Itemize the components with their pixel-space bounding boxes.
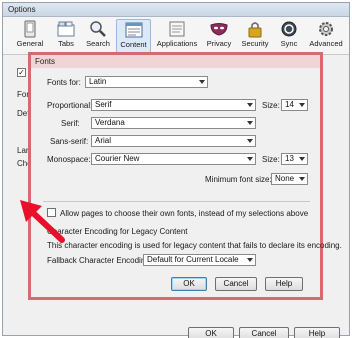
pane-tabs[interactable]: Tabs — [53, 19, 79, 53]
proportional-value: Serif — [95, 100, 112, 109]
pane-label: Tabs — [58, 39, 74, 48]
pane-general[interactable]: General — [13, 19, 47, 53]
serif-select[interactable]: Verdana — [91, 117, 256, 129]
fonts-for-label: Fonts for: — [47, 78, 81, 87]
fallback-encoding-select[interactable]: Default for Current Locale — [143, 254, 256, 266]
pane-advanced[interactable]: Advanced — [306, 19, 346, 53]
fonts-cancel-button[interactable]: Cancel — [215, 277, 257, 291]
pane-label: Security — [241, 39, 269, 48]
sync-icon — [281, 21, 297, 37]
pane-label: General — [16, 39, 44, 48]
pane-label: Privacy — [206, 39, 232, 48]
fallback-encoding-value: Default for Current Locale — [147, 255, 239, 264]
general-icon — [24, 20, 36, 38]
sans-serif-select[interactable]: Arial — [91, 135, 256, 147]
annotation-arrow-icon — [20, 200, 65, 243]
search-icon — [90, 21, 106, 37]
fonts-ok-button[interactable]: OK — [171, 277, 207, 291]
allow-pages-label[interactable]: Allow pages to choose their own fonts, i… — [60, 209, 308, 218]
monospace-select[interactable]: Courier New — [91, 153, 256, 165]
sans-serif-value: Arial — [95, 136, 112, 145]
pane-label: Applications — [156, 39, 198, 48]
fonts-dialog-title: Fonts — [31, 55, 320, 68]
advanced-icon — [319, 22, 333, 36]
monospace-value: Courier New — [95, 154, 140, 163]
fonts-for-value: Latin — [89, 77, 107, 86]
chevron-down-icon — [299, 157, 305, 161]
proportional-label: Proportional: — [47, 101, 93, 110]
pane-content[interactable]: Content — [116, 19, 151, 53]
tabs-icon — [57, 21, 75, 37]
pane-security[interactable]: Security — [238, 19, 272, 53]
chevron-down-icon — [247, 157, 253, 161]
applications-icon — [169, 21, 185, 37]
background-checkbox[interactable]: ✓ — [17, 68, 26, 77]
proportional-size-value: 14 — [285, 100, 294, 109]
content-icon — [125, 22, 142, 38]
chevron-down-icon — [247, 121, 253, 125]
security-icon — [248, 22, 262, 38]
options-help-button[interactable]: Help — [294, 327, 340, 338]
chevron-down-icon — [247, 139, 253, 143]
pane-label: Content — [120, 40, 147, 49]
min-font-size-value: None — [275, 174, 295, 183]
monospace-label: Monospace: — [47, 155, 91, 164]
privacy-icon — [210, 23, 228, 36]
separator — [43, 201, 310, 202]
pane-label: Search — [86, 39, 110, 48]
sans-serif-label: Sans-serif: — [50, 137, 89, 146]
proportional-size-select[interactable]: 14 — [281, 99, 308, 111]
options-ok-button[interactable]: OK — [188, 327, 234, 338]
options-title: Options — [3, 3, 349, 17]
fonts-help-button[interactable]: Help — [265, 277, 303, 291]
pane-label: Advanced — [309, 39, 343, 48]
chevron-down-icon — [247, 103, 253, 107]
encoding-heading: Character Encoding for Legacy Content — [47, 227, 188, 236]
pane-sync[interactable]: Sync — [276, 19, 302, 53]
options-cancel-button[interactable]: Cancel — [239, 327, 289, 338]
fonts-for-select[interactable]: Latin — [85, 76, 208, 88]
serif-label: Serif: — [61, 119, 80, 128]
fonts-dialog: Fonts Fonts for: Latin Proportional: Ser… — [28, 52, 342, 300]
chevron-down-icon — [299, 103, 305, 107]
pane-label: Sync — [280, 39, 298, 48]
proportional-size-label: Size: — [262, 101, 280, 110]
monospace-size-value: 13 — [285, 154, 294, 163]
min-font-size-label: Minimum font size: — [205, 175, 272, 184]
encoding-description: This character encoding is used for lega… — [47, 241, 342, 250]
chevron-down-icon — [299, 177, 305, 181]
pane-applications[interactable]: Applications — [155, 19, 199, 53]
preferences-toolbar: General Tabs Search Content Applications… — [3, 17, 349, 55]
chevron-down-icon — [247, 258, 253, 262]
pane-privacy[interactable]: Privacy — [204, 19, 234, 53]
monospace-size-select[interactable]: 13 — [281, 153, 308, 165]
proportional-select[interactable]: Serif — [91, 99, 256, 111]
pane-search[interactable]: Search — [83, 19, 113, 53]
chevron-down-icon — [199, 80, 205, 84]
min-font-size-select[interactable]: None — [271, 173, 308, 185]
monospace-size-label: Size: — [262, 155, 280, 164]
fallback-encoding-label: Fallback Character Encoding: — [47, 256, 152, 265]
serif-value: Verdana — [95, 118, 125, 127]
